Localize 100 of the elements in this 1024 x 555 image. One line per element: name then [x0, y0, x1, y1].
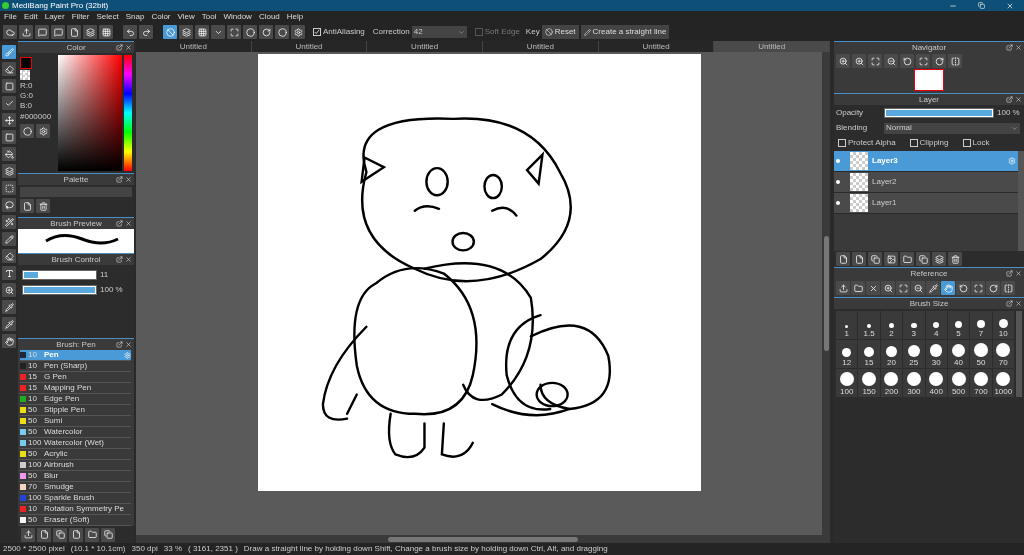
brush-item[interactable]: 10 Rotation Symmetry Pe [20, 504, 131, 515]
brush-item[interactable]: 50 Watercolor [20, 427, 131, 438]
brush-size-cell[interactable]: 50 [970, 340, 992, 368]
brush-item[interactable]: 70 Smudge [20, 482, 131, 493]
brush-size-cell[interactable]: 20 [880, 340, 903, 368]
brush-item[interactable]: 50 Blur [20, 471, 131, 482]
correction-dropdown[interactable]: 42 [411, 26, 467, 38]
brush-size-cell[interactable]: 12 [836, 340, 858, 368]
speech-bubble-button[interactable] [35, 25, 49, 39]
folder-button[interactable] [900, 252, 914, 266]
paint-bucket-tool[interactable] [2, 147, 16, 161]
text-tool[interactable] [2, 266, 16, 280]
brush-item[interactable]: 15 G Pen [20, 372, 131, 383]
transparent-swatch[interactable] [20, 70, 30, 80]
rotate-right-button[interactable] [986, 281, 1000, 295]
zoom-in-button[interactable] [836, 54, 850, 68]
brush-size-cell[interactable]: 3 [903, 311, 925, 339]
brush-item[interactable]: 10 Edge Pen [20, 394, 131, 405]
detach-icon[interactable] [116, 220, 123, 227]
color-field[interactable] [58, 55, 122, 171]
grid-button[interactable] [99, 25, 113, 39]
menu-item[interactable]: Snap [125, 11, 145, 23]
hue-bar[interactable] [124, 55, 132, 171]
menu-item[interactable]: Tool [201, 11, 217, 23]
concentric-button[interactable] [243, 25, 257, 39]
detach-icon[interactable] [1006, 44, 1013, 51]
circle-button[interactable] [275, 25, 289, 39]
brush-item[interactable]: 50 Eraser (Soft) [20, 515, 131, 526]
new-brush-button[interactable] [37, 527, 51, 542]
rotate-right-button[interactable] [932, 54, 946, 68]
menu-item[interactable]: Cloud [258, 11, 280, 23]
pencil-tool[interactable] [2, 232, 16, 246]
navigator-thumbnail[interactable] [914, 69, 944, 91]
menu-item[interactable]: File [4, 11, 17, 23]
close-icon[interactable] [125, 220, 132, 227]
brush-size-cell[interactable]: 200 [880, 369, 903, 397]
detach-icon[interactable] [116, 256, 123, 263]
slider-track[interactable] [22, 270, 97, 280]
brush-size-cell[interactable]: 4 [925, 311, 947, 339]
selection-tool[interactable] [2, 181, 16, 195]
eraser-tool[interactable] [2, 62, 16, 76]
document-tab[interactable]: Untitled [251, 41, 368, 52]
flip-button[interactable] [948, 54, 962, 68]
document-tab[interactable]: Untitled [714, 41, 831, 52]
lasso-tool[interactable] [2, 198, 16, 212]
detach-icon[interactable] [116, 176, 123, 183]
brush-size-cell[interactable]: 15 [858, 340, 880, 368]
restore-icon[interactable] [978, 2, 985, 9]
layer-row[interactable]: Layer1 [834, 193, 1018, 214]
brush-size-cell[interactable]: 700 [970, 369, 992, 397]
redo-button[interactable] [139, 25, 153, 39]
brush-item[interactable]: 100 Airbrush [20, 460, 131, 471]
move-tool[interactable] [2, 113, 16, 127]
brush-item[interactable]: 100 Watercolor (Wet) [20, 438, 131, 449]
close-icon[interactable] [125, 256, 132, 263]
brush-size-cell[interactable]: 1.5 [858, 311, 880, 339]
canvas[interactable] [257, 54, 701, 491]
close-icon[interactable] [125, 176, 132, 183]
rotate-left-button[interactable] [900, 54, 914, 68]
image-layer-button[interactable] [884, 252, 898, 266]
magic-wand-tool[interactable] [2, 215, 16, 229]
brush-size-cell[interactable]: 40 [947, 340, 970, 368]
new-layer-button[interactable] [836, 252, 850, 266]
document-tab[interactable]: Untitled [598, 41, 715, 52]
blending-dropdown[interactable]: Normal [884, 122, 1020, 134]
menu-item[interactable]: Help [286, 11, 304, 23]
delete-layer-button[interactable] [948, 252, 962, 266]
layer-scrollbar[interactable] [1018, 151, 1024, 251]
document-tab[interactable]: Untitled [136, 41, 252, 52]
close-icon[interactable] [125, 341, 132, 348]
cloud-button[interactable] [3, 25, 17, 39]
document-button[interactable] [67, 25, 81, 39]
menu-item[interactable]: Edit [23, 11, 38, 23]
close-icon[interactable] [1015, 300, 1022, 307]
straight-line-button[interactable]: Create a straight line [580, 25, 670, 39]
brush-size-cell[interactable]: 100 [836, 369, 858, 397]
rotate-left-button[interactable] [956, 281, 970, 295]
brush-size-cell[interactable]: 25 [903, 340, 925, 368]
duplicate-button[interactable] [101, 527, 115, 542]
check-tool[interactable] [2, 96, 16, 110]
visibility-icon[interactable] [836, 180, 840, 184]
zoom-in-button[interactable] [881, 281, 895, 295]
duplicate-button[interactable] [916, 252, 930, 266]
new-palette-button[interactable] [20, 199, 34, 213]
color-settings-button[interactable] [36, 124, 50, 138]
detach-icon[interactable] [116, 44, 123, 51]
close-icon[interactable] [1015, 96, 1022, 103]
detach-icon[interactable] [1006, 96, 1013, 103]
fit-button[interactable] [896, 281, 910, 295]
brush-size-cell[interactable]: 70 [992, 340, 1014, 368]
gear-button[interactable] [291, 25, 305, 39]
zoom-out-button[interactable] [884, 54, 898, 68]
brush-size-cell[interactable]: 5 [947, 311, 970, 339]
folder-button[interactable] [851, 281, 865, 295]
eyedropper-tool[interactable] [2, 300, 16, 314]
upload-button[interactable] [836, 281, 850, 295]
close-icon[interactable] [1015, 270, 1022, 277]
brush-item[interactable]: 50 Acrylic [20, 449, 131, 460]
document-tab[interactable]: Untitled [367, 41, 483, 52]
undo-button[interactable] [123, 25, 137, 39]
